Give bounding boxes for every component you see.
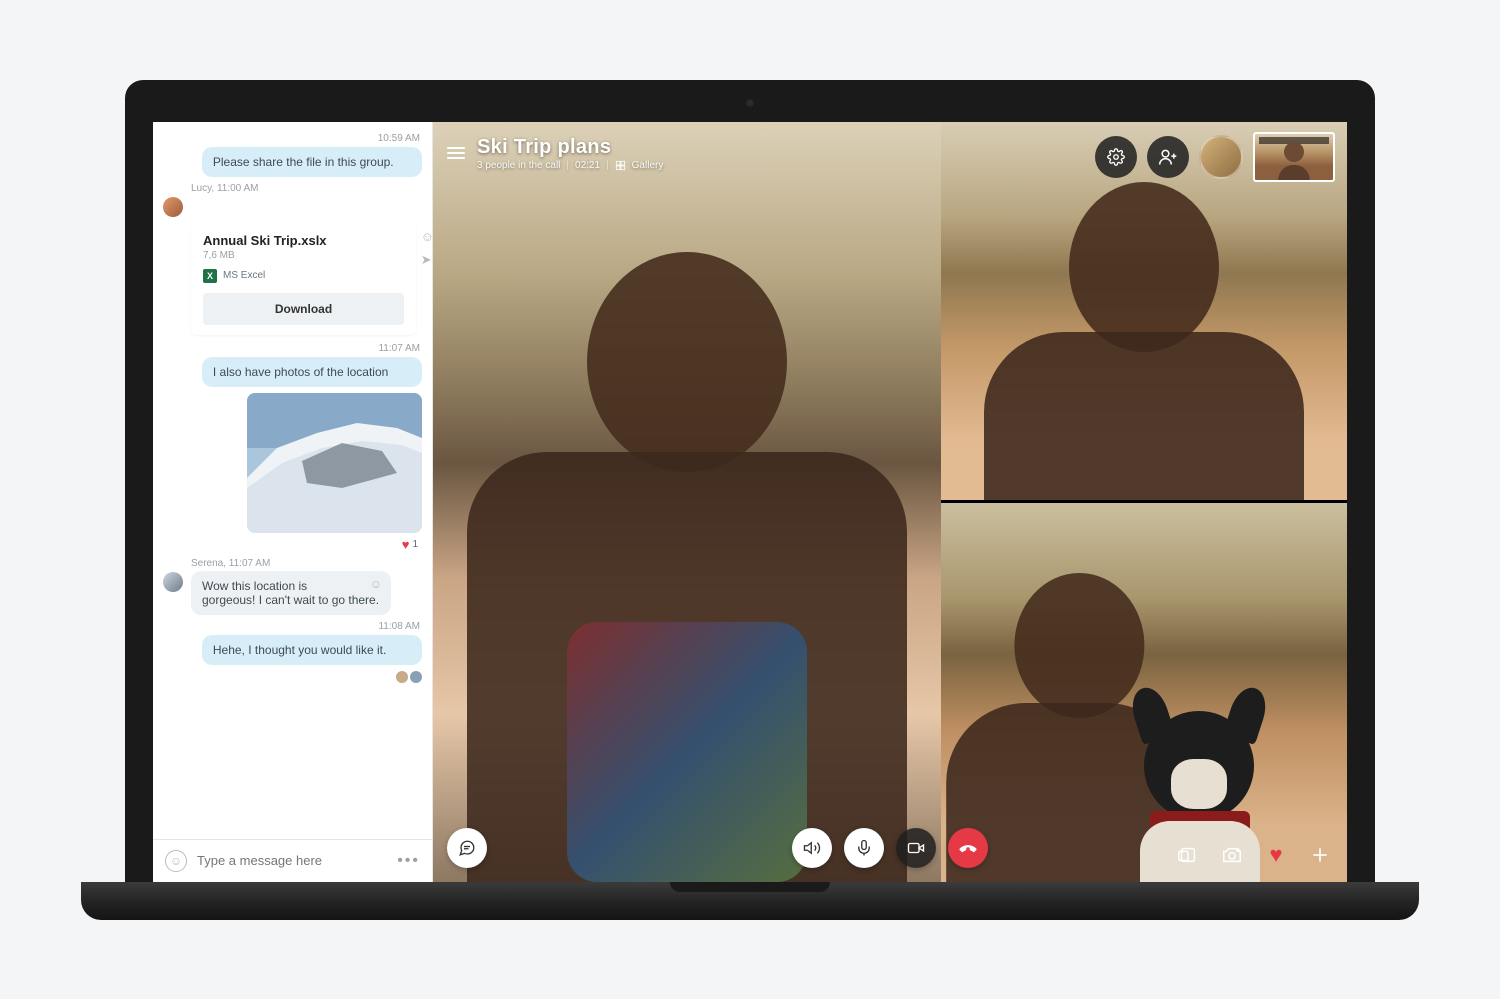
screenshare-button[interactable] [1175, 842, 1201, 868]
add-person-icon [1158, 147, 1178, 167]
controls-right: ♥ [1175, 842, 1333, 868]
composer-more-icon[interactable]: ••• [397, 852, 420, 870]
person-silhouette [1015, 573, 1145, 718]
download-button[interactable]: Download [203, 293, 404, 325]
person-silhouette [587, 252, 787, 472]
laptop-bezel: 10:59 AM Please share the file in this g… [125, 80, 1375, 882]
timestamp: 10:59 AM [165, 133, 420, 144]
person-silhouette [1274, 138, 1314, 181]
speaker-button[interactable] [792, 828, 832, 868]
heart-icon: ♥ [402, 537, 410, 552]
call-top-right [1095, 132, 1335, 182]
camera-icon [1221, 844, 1243, 866]
gallery-icon [615, 160, 626, 171]
call-duration: 02:21 [575, 160, 600, 171]
sent-message[interactable]: Please share the file in this group. [202, 147, 422, 177]
self-view-pip[interactable] [1253, 132, 1335, 182]
webcam [745, 98, 755, 108]
controls-center [792, 828, 988, 868]
sent-message[interactable]: I also have photos of the location [202, 357, 422, 387]
emoji-picker-icon[interactable]: ☺ [165, 850, 187, 872]
emoji-react-icon[interactable]: ☺ [421, 229, 432, 244]
file-size: 7,6 MB [203, 250, 404, 261]
end-call-button[interactable] [948, 828, 988, 868]
video-camera-icon [907, 839, 925, 857]
mountain-photo [247, 393, 422, 533]
received-message[interactable]: ☺ Wow this location is gorgeous! I can't… [191, 571, 391, 615]
chat-sidebar: 10:59 AM Please share the file in this g… [153, 122, 433, 882]
video-tile[interactable] [941, 503, 1347, 882]
forward-icon[interactable]: ➤ [421, 252, 432, 268]
speaker-icon [803, 839, 821, 857]
file-name: Annual Ski Trip.xslx [203, 233, 404, 248]
file-attachment-card[interactable]: ☺ ➤ Annual Ski Trip.xslx 7,6 MB X MS Exc… [191, 223, 416, 335]
video-call-area: Ski Trip plans 3 people in the call | 02… [433, 122, 1347, 882]
laptop-base [81, 882, 1419, 920]
photo-attachment[interactable] [247, 393, 422, 533]
chat-scroll[interactable]: 10:59 AM Please share the file in this g… [153, 122, 432, 839]
sent-message[interactable]: Hehe, I thought you would like it. [202, 635, 422, 665]
call-subtitle: 3 people in the call | 02:21 | Gallery [477, 160, 663, 171]
received-message-row: Serena, 11:07 AM ☺ Wow this location is … [163, 558, 422, 615]
call-title: Ski Trip plans [477, 136, 663, 159]
add-button[interactable] [1307, 842, 1333, 868]
avatar-lucy[interactable] [163, 197, 183, 217]
video-grid-right [941, 122, 1347, 882]
message-input[interactable] [197, 853, 387, 868]
reaction-row[interactable]: ♥ 1 [163, 537, 422, 552]
microphone-icon [855, 839, 873, 857]
gear-icon [1107, 148, 1125, 166]
microphone-button[interactable] [844, 828, 884, 868]
call-header: Ski Trip plans 3 people in the call | 02… [447, 136, 663, 171]
hangup-icon [958, 838, 978, 858]
received-message-row: Lucy, 11:00 AM [163, 183, 422, 217]
timestamp: 11:07 AM [165, 343, 420, 354]
reaction-count: 1 [412, 539, 418, 550]
participant-avatar[interactable] [1199, 135, 1243, 179]
reaction-heart-button[interactable]: ♥ [1263, 842, 1289, 868]
read-avatar [410, 671, 422, 683]
clothing-detail [567, 622, 807, 882]
screenshare-icon [1177, 844, 1199, 866]
hamburger-icon[interactable] [447, 147, 465, 159]
plus-icon [1310, 845, 1330, 865]
avatar-serena[interactable] [163, 572, 183, 592]
sender-label: Lucy, 11:00 AM [191, 183, 422, 194]
settings-button[interactable] [1095, 136, 1137, 178]
video-tile-main[interactable] [433, 122, 941, 882]
excel-icon: X [203, 269, 217, 283]
file-type-label: MS Excel [223, 270, 265, 281]
controls-left [447, 828, 487, 868]
add-participant-button[interactable] [1147, 136, 1189, 178]
app-screen: 10:59 AM Please share the file in this g… [153, 122, 1347, 882]
heart-icon: ♥ [1269, 842, 1282, 868]
message-composer: ☺ ••• [153, 839, 432, 882]
file-type-row: X MS Excel [203, 269, 404, 283]
person-silhouette [984, 332, 1304, 501]
snapshot-button[interactable] [1219, 842, 1245, 868]
emoji-react-icon[interactable]: ☺ [370, 577, 382, 591]
open-chat-button[interactable] [447, 828, 487, 868]
person-silhouette [1069, 182, 1219, 352]
chat-icon [458, 839, 476, 857]
camera-button[interactable] [896, 828, 936, 868]
laptop-mockup: 10:59 AM Please share the file in this g… [125, 80, 1375, 920]
view-mode-label[interactable]: Gallery [632, 160, 664, 171]
read-avatar [396, 671, 408, 683]
sender-label: Serena, 11:07 AM [191, 558, 391, 569]
timestamp: 11:08 AM [165, 621, 420, 632]
read-receipts [163, 671, 422, 683]
